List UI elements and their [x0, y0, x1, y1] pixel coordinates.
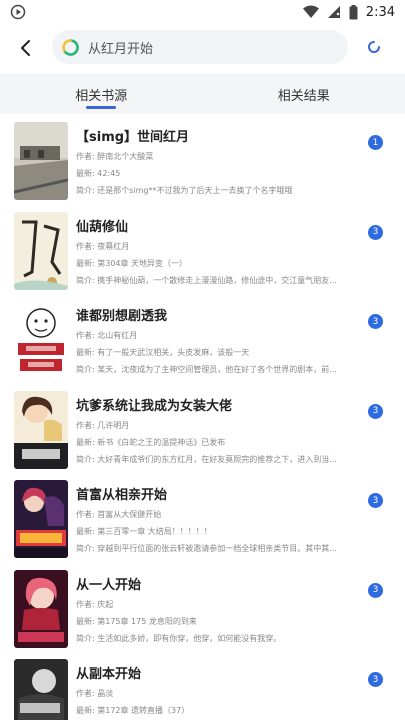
book-item[interactable]: 谁都别想剧透我 作者: 北山有红月 最新: 有了一般天武汉相关，头皮发麻，该般一… — [0, 297, 405, 387]
tab-related-results[interactable]: 相关结果 — [203, 74, 405, 114]
book-author: 作者: 北山有红月 — [76, 331, 138, 340]
book-cover — [14, 390, 68, 469]
book-author: 作者: 几许明月 — [76, 420, 130, 430]
book-title: 谁都别想剧透我 — [76, 309, 168, 324]
book-item[interactable]: 从副本开始 作者: 晶淡 最新: 第172章 遗转直播（37） 3 — [0, 655, 405, 720]
book-title: 从副本开始 — [76, 667, 142, 682]
refresh-button[interactable] — [363, 36, 385, 58]
refresh-icon — [368, 41, 380, 53]
book-intro: 简介: 生活如此多娇，即有你穿，他穿，如何能没有我穿。 — [76, 633, 282, 643]
book-item[interactable]: 【simg】世间红月 作者: 醉南北个大酸菜 最新: 42:45 简介: 还是那… — [0, 118, 405, 208]
book-latest: 最新: 第三百零一章 大结局！！！！！ — [76, 527, 212, 536]
book-latest: 最新: 有了一般天武汉相关，头皮发麻，该般一天 — [76, 348, 250, 357]
book-cover — [14, 659, 68, 720]
book-author: 作者: 庆起 — [76, 599, 114, 609]
search-header: 从红月开始 — [0, 28, 405, 68]
source-count-badge: 3 — [368, 493, 383, 508]
book-title: 首富从相亲开始 — [76, 488, 168, 503]
tab-related-sources[interactable]: 相关书源 — [0, 74, 203, 114]
book-list: 【simg】世间红月 作者: 醉南北个大酸菜 最新: 42:45 简介: 还是那… — [0, 118, 405, 720]
book-latest: 最新: 42:45 — [76, 169, 121, 178]
book-cover — [14, 569, 68, 648]
book-author: 作者: 晶淡 — [76, 689, 114, 698]
book-item[interactable]: 首富从相亲开始 作者: 首富从大保健开始 最新: 第三百零一章 大结局！！！！！… — [0, 476, 405, 566]
book-item[interactable]: 仙葫修仙 作者: 夜幕红月 最新: 第304章 天地异变（一） 简介: 携手神秘… — [0, 208, 405, 298]
book-latest: 最新: 新书《白蛇之王的温提神话》已发布 — [76, 437, 226, 447]
status-bar: 2:34 — [0, 0, 405, 24]
wifi-icon — [302, 5, 319, 18]
book-cover — [14, 480, 68, 558]
book-cover — [14, 122, 68, 200]
search-input[interactable]: 从红月开始 — [52, 30, 348, 64]
tab-bar: 相关书源 相关结果 — [0, 74, 405, 114]
source-count-badge: 3 — [368, 672, 383, 687]
tab-label: 相关结果 — [277, 88, 330, 104]
source-count-badge: 3 — [368, 582, 383, 598]
status-right: 2:34 — [302, 4, 395, 20]
signal-icon — [327, 6, 340, 18]
book-author: 作者: 首富从大保健开始 — [76, 510, 162, 519]
book-intro: 简介: 穿越到平行位面的张云轩被邀请参加一档全球相亲类节目。其中其... — [76, 544, 337, 553]
book-latest: 最新: 第175章 175 龙息阳的到来 — [76, 616, 197, 626]
source-count-badge: 3 — [368, 403, 383, 419]
book-author: 作者: 夜幕红月 — [76, 241, 130, 251]
status-left — [10, 4, 26, 20]
book-intro: 简介: 大好青年成爷们的东方红月，在好友莫照完的推荐之下，进入到当... — [76, 454, 337, 464]
back-arrow-icon — [21, 40, 30, 56]
back-button[interactable] — [6, 28, 46, 68]
book-author: 作者: 醉南北个大酸菜 — [76, 152, 154, 161]
source-count-badge: 3 — [368, 224, 383, 240]
book-cover — [14, 301, 68, 379]
book-title: 从一人开始 — [76, 577, 142, 593]
book-cover — [14, 211, 68, 290]
book-intro: 简介: 某天，沈夜成为了主神空间管理员，他在好了各个世界的剧本，前... — [76, 365, 337, 374]
tab-label: 相关书源 — [75, 88, 128, 104]
book-intro: 简介: 携手神秘仙葫，一个散修走上漫漫仙路，修仙途中，交江童气朋友... — [76, 275, 337, 285]
source-count-badge: 3 — [368, 314, 383, 329]
source-count-badge: 1 — [368, 135, 383, 150]
book-title: 【simg】世间红月 — [76, 130, 190, 145]
book-intro: 简介: 还是那个simg**不过我为了后天上一去换了个名字哦哦 — [76, 186, 293, 195]
status-time: 2:34 — [365, 4, 395, 20]
book-latest: 最新: 第304章 天地异变（一） — [76, 258, 188, 268]
book-latest: 最新: 第172章 遗转直播（37） — [76, 706, 190, 715]
book-title: 仙葫修仙 — [76, 219, 129, 235]
search-ring-icon — [62, 38, 79, 56]
app-indicator-icon — [10, 4, 26, 20]
book-item[interactable]: 坑爹系统让我成为女装大佬 作者: 几许明月 最新: 新书《白蛇之王的温提神话》已… — [0, 387, 405, 477]
battery-icon — [349, 4, 358, 19]
book-title: 坑爹系统让我成为女装大佬 — [76, 398, 233, 414]
search-query: 从红月开始 — [88, 41, 154, 57]
book-item[interactable]: 从一人开始 作者: 庆起 最新: 第175章 175 龙息阳的到来 简介: 生活… — [0, 566, 405, 656]
